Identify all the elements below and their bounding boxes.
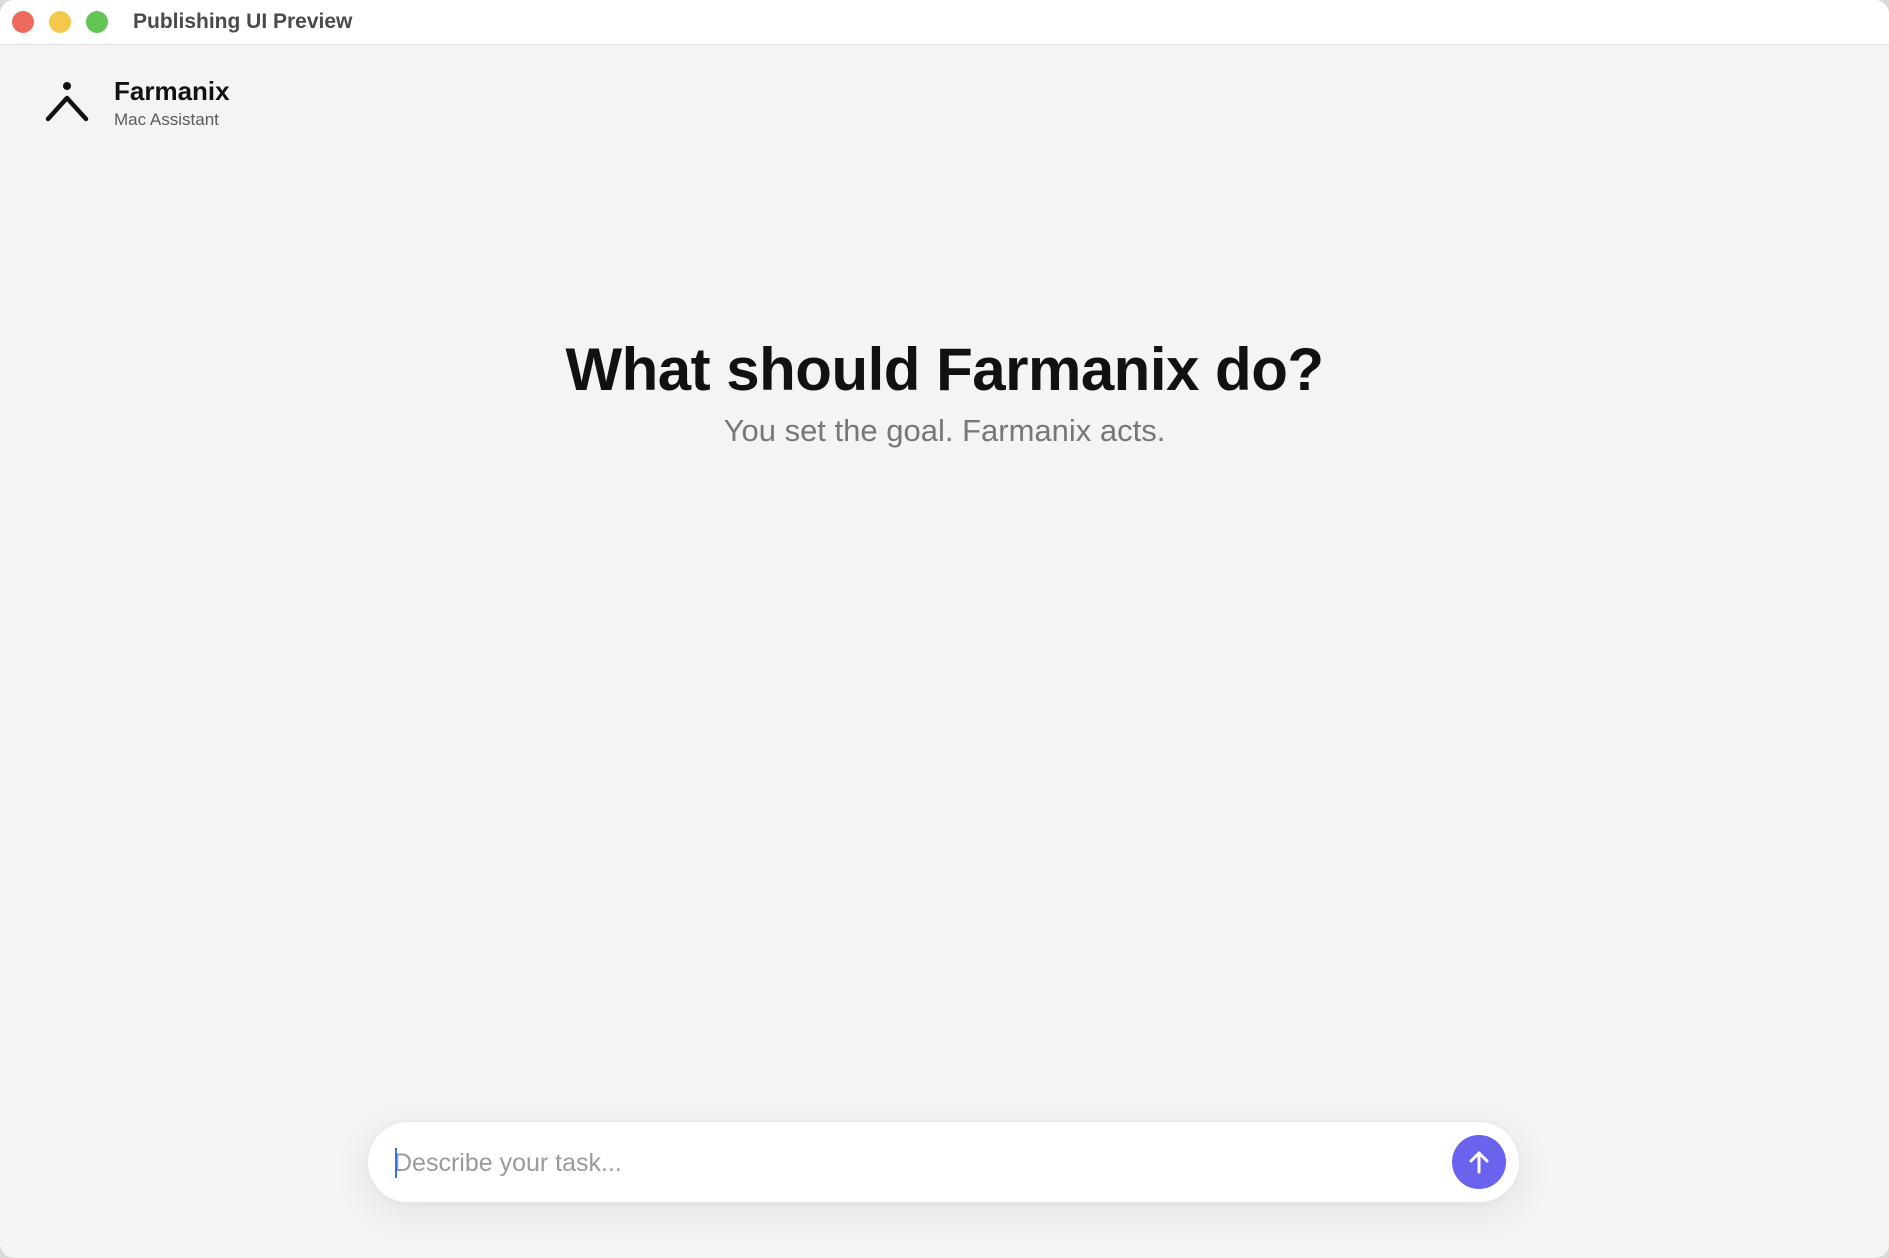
title-bar: Publishing UI Preview <box>0 0 1889 45</box>
app-window: Publishing UI Preview Farmanix Mac Assis… <box>0 0 1889 1258</box>
close-window-button[interactable] <box>12 11 34 33</box>
task-composer <box>367 1121 1520 1203</box>
minimize-window-button[interactable] <box>49 11 71 33</box>
zoom-window-button[interactable] <box>86 11 108 33</box>
task-input[interactable] <box>394 1140 1394 1186</box>
brand-name: Farmanix <box>114 76 230 106</box>
hero-title: What should Farmanix do? <box>565 336 1324 403</box>
send-button[interactable] <box>1452 1135 1506 1189</box>
hero-subtitle: You set the goal. Farmanix acts. <box>723 413 1166 448</box>
arrow-up-icon <box>1467 1149 1491 1175</box>
person-caret-icon <box>44 80 90 128</box>
text-caret <box>395 1148 397 1178</box>
window-title: Publishing UI Preview <box>133 10 353 33</box>
brand-subtitle: Mac Assistant <box>114 110 219 129</box>
hero: What should Farmanix do? You set the goa… <box>0 334 1889 450</box>
brand-header: Farmanix Mac Assistant <box>44 76 230 136</box>
brand-text: Farmanix Mac Assistant <box>114 76 230 130</box>
